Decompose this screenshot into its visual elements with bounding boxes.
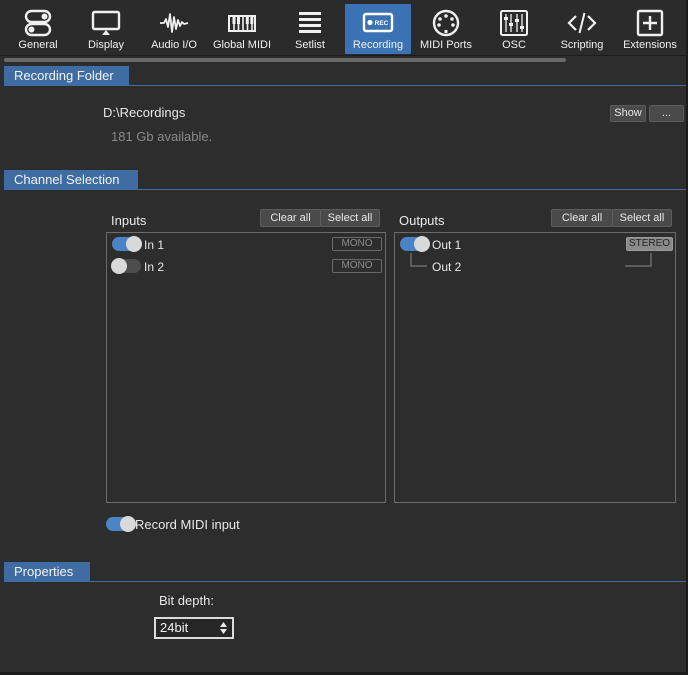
inputs-list: In 1 MONO In 2 MONO	[106, 232, 386, 503]
bit-depth-value: 24bit	[160, 620, 189, 635]
tab-audio-io[interactable]: Audio I/O	[141, 4, 207, 54]
outputs-list: Out 1 STEREO Out 2	[394, 232, 676, 503]
outputs-clear-all-button[interactable]: Clear all	[551, 209, 613, 227]
section-divider	[4, 85, 686, 86]
preferences-toolbar: General Display Audio I/O Global MIDI Se…	[0, 0, 688, 56]
tab-extensions[interactable]: Extensions	[617, 4, 683, 54]
section-header-channel-selection: Channel Selection	[4, 170, 138, 190]
output-stereo-badge[interactable]: STEREO	[626, 237, 673, 251]
tab-display[interactable]: Display	[73, 4, 139, 54]
input-toggle-in-2[interactable]	[111, 258, 141, 274]
updown-arrows-icon	[220, 622, 227, 634]
input-channel-label: In 1	[144, 238, 165, 252]
tab-midi-ports[interactable]: MIDI Ports	[413, 4, 479, 54]
outputs-select-all-button[interactable]: Select all	[612, 209, 672, 227]
input-toggle-in-1[interactable]	[112, 236, 142, 252]
din-connector-icon	[432, 9, 460, 37]
tab-label: Display	[87, 39, 125, 51]
inputs-title: Inputs	[111, 213, 147, 228]
browse-folder-button[interactable]: ...	[649, 105, 684, 122]
available-space-text: 181 Gb available.	[111, 129, 213, 144]
tab-setlist[interactable]: Setlist	[277, 4, 343, 54]
output-toggle-out-1[interactable]	[400, 236, 430, 252]
show-folder-button[interactable]: Show	[610, 105, 646, 122]
section-header-properties: Properties	[4, 562, 90, 582]
tab-label: Setlist	[295, 39, 325, 51]
inputs-clear-all-button[interactable]: Clear all	[260, 209, 321, 227]
record-midi-toggle[interactable]	[106, 516, 136, 532]
list-icon	[299, 12, 321, 33]
tab-label: Recording	[352, 39, 404, 51]
tab-recording[interactable]: REC Recording	[345, 4, 411, 54]
toggles-icon	[24, 9, 52, 37]
tab-label: Global MIDI	[212, 39, 272, 51]
mixer-faders-icon	[500, 10, 528, 36]
input-mode-badge[interactable]: MONO	[332, 237, 382, 251]
inputs-select-all-button[interactable]: Select all	[320, 209, 380, 227]
tab-general[interactable]: General	[5, 4, 71, 54]
toolbar-scrollbar[interactable]	[4, 58, 566, 62]
bit-depth-label: Bit depth:	[159, 593, 214, 608]
pair-connector-left	[410, 253, 427, 267]
section-divider	[4, 189, 686, 190]
output-channel-label: Out 1	[432, 238, 462, 252]
section-header-recording-folder: Recording Folder	[4, 66, 129, 86]
input-channel-label: In 2	[144, 260, 165, 274]
tab-label: General	[18, 39, 58, 51]
tab-label: Scripting	[560, 39, 604, 51]
tab-osc[interactable]: OSC	[481, 4, 547, 54]
waveform-icon	[160, 13, 189, 33]
tab-global-midi[interactable]: Global MIDI	[209, 4, 275, 54]
recording-folder-path: D:\Recordings	[103, 105, 186, 120]
tab-scripting[interactable]: Scripting	[549, 4, 615, 54]
tab-label: Audio I/O	[151, 39, 197, 51]
rec-icon-text: REC	[375, 20, 389, 27]
tab-label: OSC	[502, 39, 526, 51]
rec-icon: REC	[362, 12, 394, 33]
tab-label: MIDI Ports	[420, 39, 472, 51]
code-icon	[567, 12, 597, 34]
monitor-icon	[91, 10, 121, 35]
piano-keys-icon	[228, 15, 256, 32]
outputs-title: Outputs	[399, 213, 445, 228]
pair-connector-right	[625, 253, 652, 267]
tab-label: Extensions	[623, 39, 677, 51]
plus-box-icon	[636, 9, 664, 37]
input-mode-badge[interactable]: MONO	[332, 259, 382, 273]
record-midi-label: Record MIDI input	[135, 517, 240, 532]
output-channel-label: Out 2	[432, 260, 462, 274]
section-divider	[4, 581, 686, 582]
bit-depth-select[interactable]: 24bit	[154, 617, 234, 639]
